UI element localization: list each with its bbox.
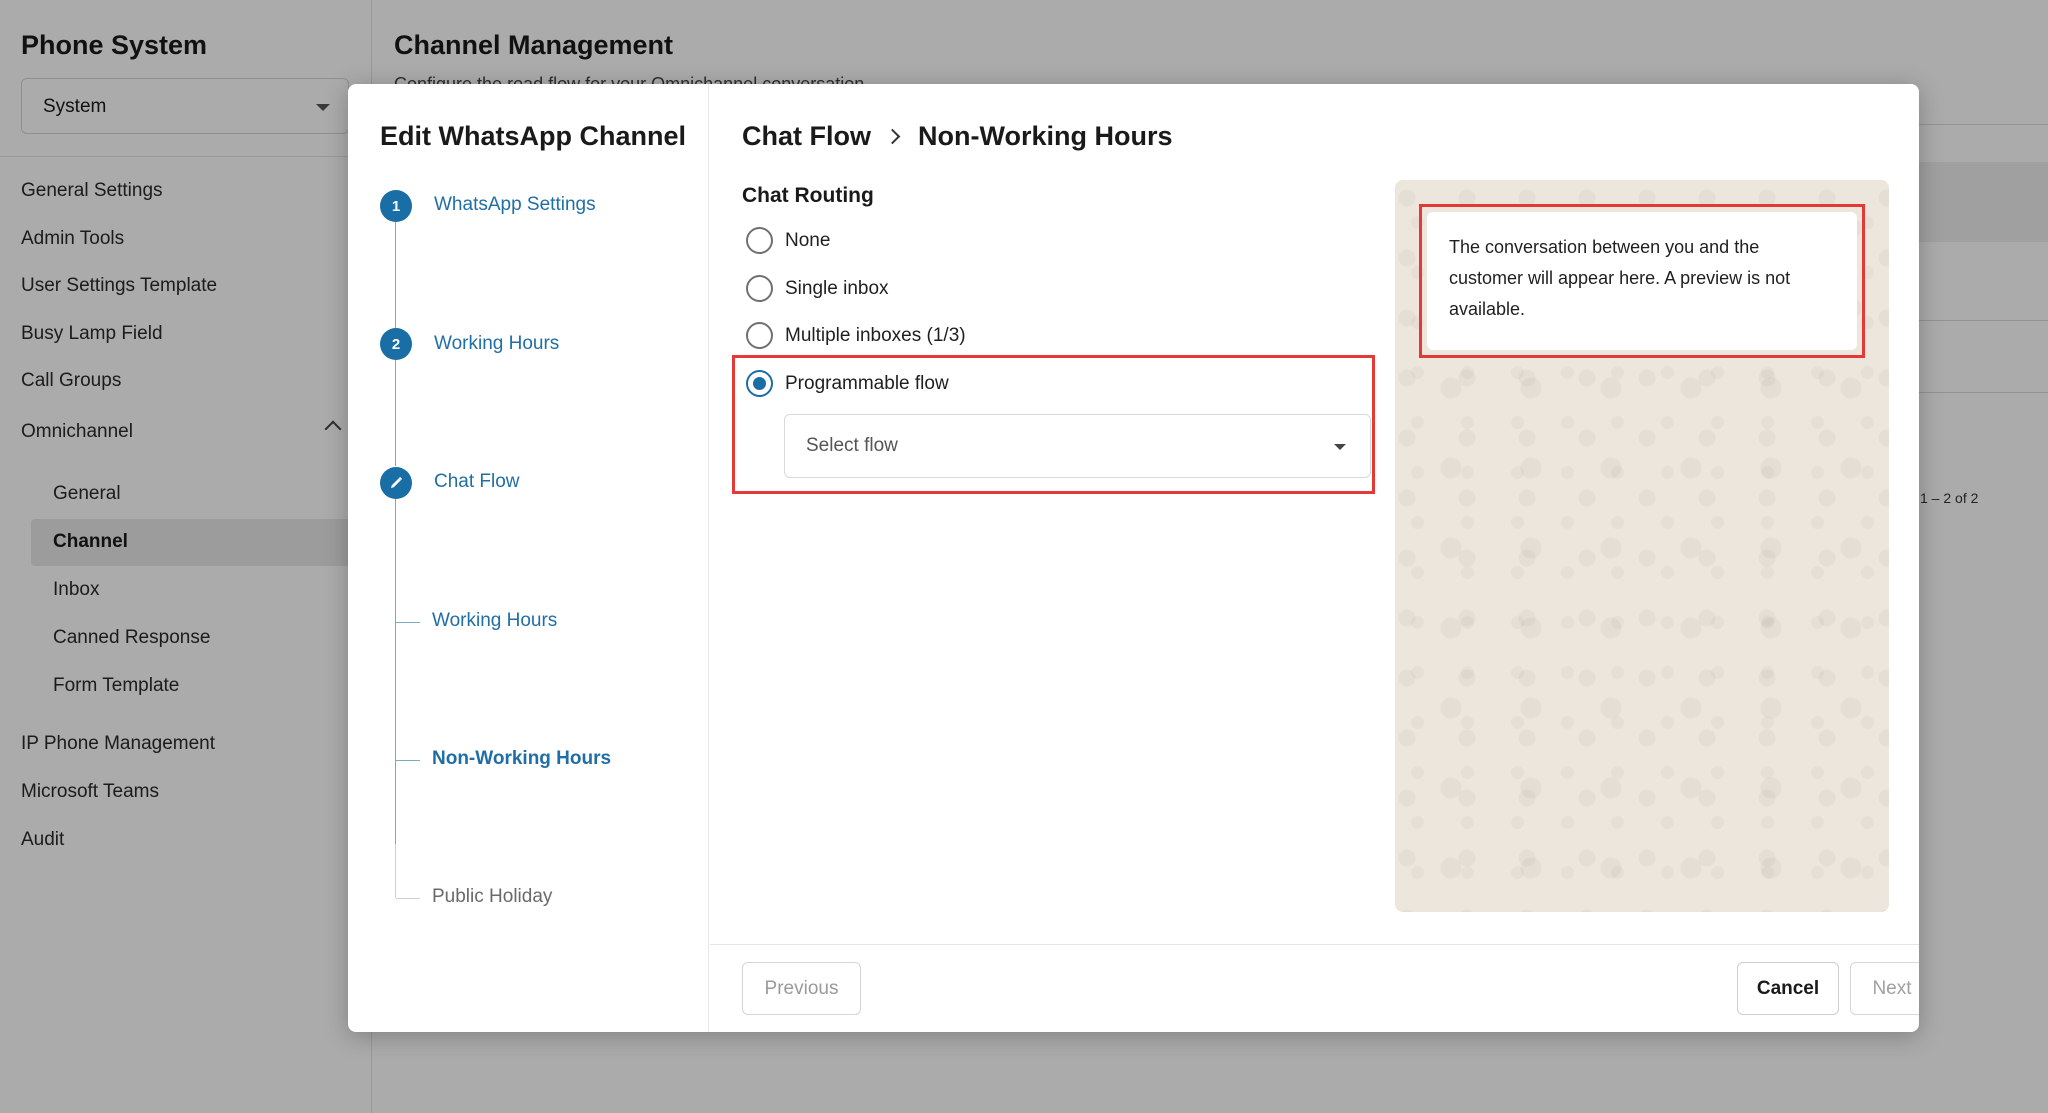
step-connector [395,360,396,466]
modal-footer: Previous Cancel Next [710,944,1919,1032]
radio-programmable-flow[interactable] [746,370,773,397]
edit-channel-modal: Edit WhatsApp Channel 1 WhatsApp Setting… [348,84,1919,1032]
stepper-panel: Edit WhatsApp Channel 1 WhatsApp Setting… [348,84,709,1032]
chevron-down-icon [1334,444,1346,450]
flow-select-placeholder: Select flow [806,435,898,456]
radio-multiple-inboxes[interactable] [746,322,773,349]
substep-connector [395,844,396,898]
step-1-number: 1 [380,190,412,222]
cancel-button[interactable]: Cancel [1737,962,1839,1015]
substep-branch [396,898,420,899]
substep-connector [395,499,396,844]
substep-branch [396,622,420,623]
modal-title: Edit WhatsApp Channel [380,121,686,151]
step-2-number: 2 [380,328,412,360]
breadcrumb-parent: Chat Flow [742,121,871,151]
radio-label: Single inbox [785,277,889,299]
chat-preview: The conversation between you and the cus… [1395,180,1889,912]
radio-label: Multiple inboxes (1/3) [785,324,966,346]
routing-option-none[interactable]: None [746,227,830,254]
step-working-hours[interactable]: Working Hours [434,333,559,355]
breadcrumb-current: Non-Working Hours [918,121,1173,151]
step-whatsapp-settings[interactable]: WhatsApp Settings [434,194,596,216]
substep-branch [396,760,420,761]
pencil-icon [391,476,403,488]
preview-message: The conversation between you and the cus… [1427,212,1857,350]
radio-label: None [785,229,831,251]
substep-working-hours[interactable]: Working Hours [432,610,557,632]
step-3-edit [380,467,412,499]
breadcrumb: Chat Flow Non-Working Hours [742,121,1172,152]
routing-option-programmable-flow[interactable]: Programmable flow [746,370,949,397]
routing-option-multiple-inboxes[interactable]: Multiple inboxes (1/3) [746,322,966,349]
substep-public-holiday[interactable]: Public Holiday [432,886,552,908]
radio-none[interactable] [746,227,773,254]
flow-select[interactable]: Select flow [784,414,1371,478]
substep-non-working-hours[interactable]: Non-Working Hours [432,748,611,770]
step-connector [395,222,396,328]
routing-option-single-inbox[interactable]: Single inbox [746,275,889,302]
next-button[interactable]: Next [1850,962,1919,1015]
radio-single-inbox[interactable] [746,275,773,302]
step-chat-flow[interactable]: Chat Flow [434,471,520,493]
modal-content: Chat Flow Non-Working Hours Chat Routing… [710,84,1919,1032]
previous-button[interactable]: Previous [742,962,861,1015]
chevron-right-icon [884,128,901,145]
radio-label: Programmable flow [785,372,949,394]
chat-routing-title: Chat Routing [742,184,874,207]
